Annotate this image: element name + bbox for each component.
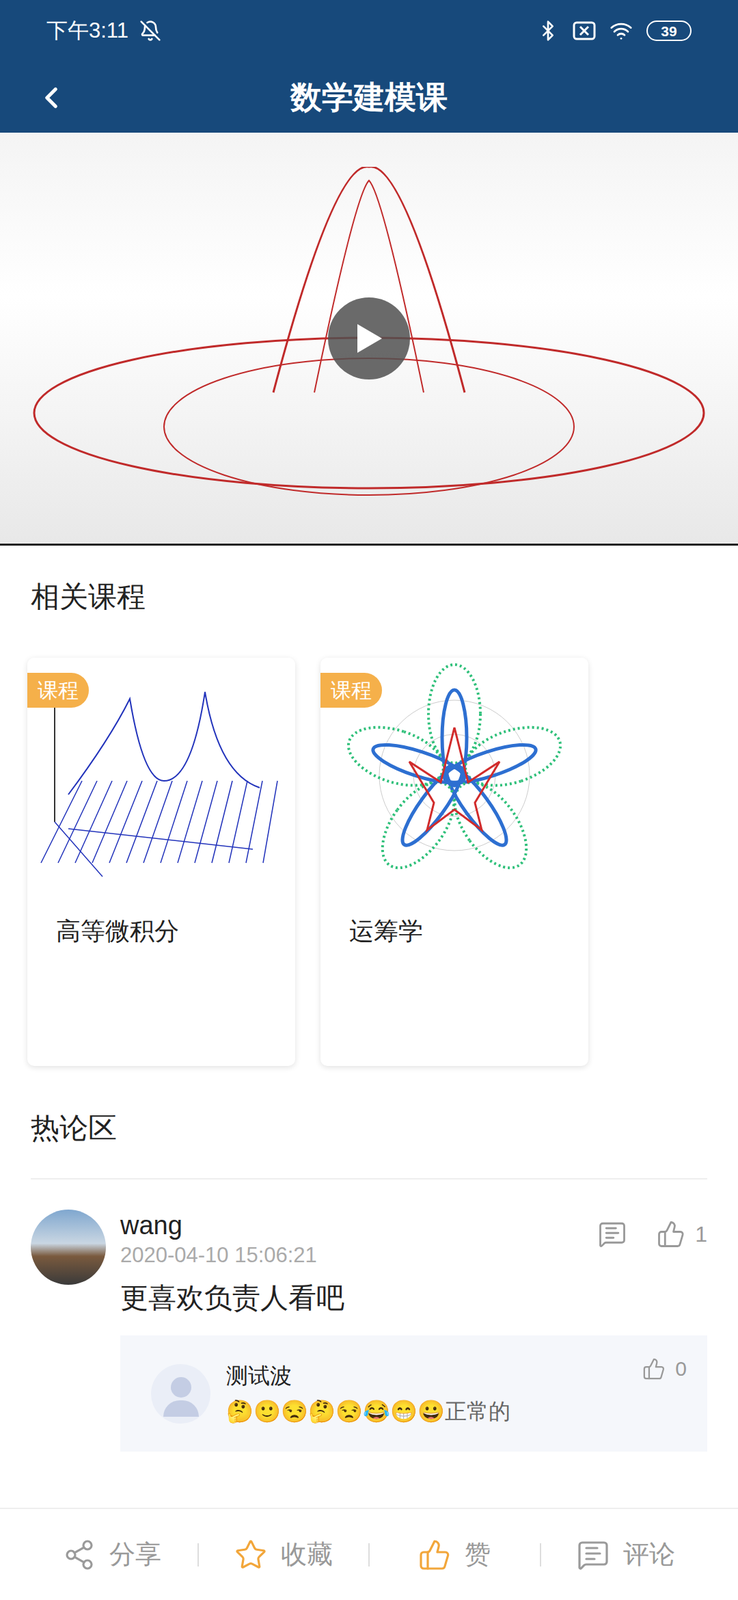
action-button[interactable]: 分享 — [27, 1534, 198, 1574]
action-label: 分享 — [109, 1534, 162, 1574]
content: 相关课程课程高等微积分课程运筹学热论区wang2020-04-10 15:06:… — [0, 132, 738, 1507]
action-button[interactable]: 收藏 — [198, 1534, 369, 1574]
reply-text: 🤔🙂😒🤔😒😂😁😀正常的 — [226, 1394, 627, 1427]
nav-bar: 数学建模课 — [0, 61, 738, 133]
status-bar: 下午3:11 39 — [0, 0, 738, 62]
reply-user: 测试波 — [226, 1358, 627, 1392]
play-icon — [353, 321, 385, 356]
course-list: 课程高等微积分课程运筹学 — [27, 657, 711, 1066]
comment-text: 更喜欢负责人看吧 — [120, 1278, 708, 1316]
page-title: 数学建模课 — [0, 73, 738, 121]
action-icon — [62, 1537, 96, 1571]
back-arrow-icon — [34, 80, 69, 115]
comment-time: 2020-04-10 15:06:21 — [120, 1240, 318, 1269]
back-button[interactable] — [34, 80, 69, 115]
action-bar: 分享 收藏 赞 评论 — [0, 1506, 738, 1599]
reply-like-button[interactable]: 0 — [642, 1352, 687, 1384]
thumb-icon — [642, 1356, 666, 1380]
action-icon — [234, 1537, 268, 1571]
user-avatar[interactable] — [30, 1208, 106, 1284]
action-label: 赞 — [464, 1534, 491, 1574]
play-button[interactable] — [328, 297, 410, 380]
course-card[interactable]: 课程高等微积分 — [27, 657, 296, 1066]
discussion-section: 热论区 wang2020-04-10 15:06:21 1 更喜欢负责人看吧测试波🤔🙂… — [0, 1065, 738, 1451]
comment: wang2020-04-10 15:06:21 1 更喜欢负责人看吧测试波🤔🙂😒🤔😒… — [30, 1178, 708, 1451]
no-sim-icon — [572, 21, 596, 41]
like-button[interactable]: 1 — [656, 1217, 708, 1250]
course-badge: 课程 — [320, 672, 382, 708]
mute-icon — [139, 19, 162, 42]
app-screen: 下午3:1139数学建模课相关课程课程高等微积分课程运筹学热论区wang2020… — [0, 0, 738, 1599]
top-bar: 下午3:11 39 数学建模课 — [0, 0, 738, 133]
section-title: 相关课程 — [27, 579, 711, 614]
action-button[interactable]: 评论 — [541, 1534, 712, 1574]
reply-avatar[interactable] — [151, 1363, 211, 1423]
course-title: 运筹学 — [320, 891, 589, 950]
comment-user: wang — [120, 1208, 318, 1241]
like-count: 1 — [694, 1217, 708, 1250]
action-icon — [418, 1537, 451, 1571]
course-badge: 课程 — [27, 672, 89, 708]
reply: 测试波🤔🙂😒🤔😒😂😁😀正常的 0 — [120, 1334, 708, 1451]
course-card[interactable]: 课程运筹学 — [320, 657, 589, 1066]
action-label: 收藏 — [280, 1534, 333, 1574]
reply-button[interactable] — [597, 1219, 627, 1248]
action-label: 评论 — [623, 1534, 676, 1574]
video-player[interactable] — [0, 132, 738, 546]
comment-icon — [597, 1219, 627, 1248]
divider — [30, 1177, 708, 1179]
clock: 下午3:11 — [46, 15, 129, 48]
battery-level: 39 — [660, 23, 677, 39]
wifi-icon — [609, 19, 633, 43]
battery-icon: 39 — [646, 20, 692, 41]
action-icon — [576, 1537, 610, 1571]
like-count: 0 — [675, 1352, 687, 1384]
thumb-icon — [656, 1219, 686, 1248]
related-section: 相关课程课程高等微积分课程运筹学 — [0, 545, 738, 1066]
course-title: 高等微积分 — [27, 891, 296, 950]
bluetooth-icon — [537, 19, 559, 42]
section-title: 热论区 — [30, 1110, 708, 1145]
action-button[interactable]: 赞 — [369, 1534, 540, 1574]
